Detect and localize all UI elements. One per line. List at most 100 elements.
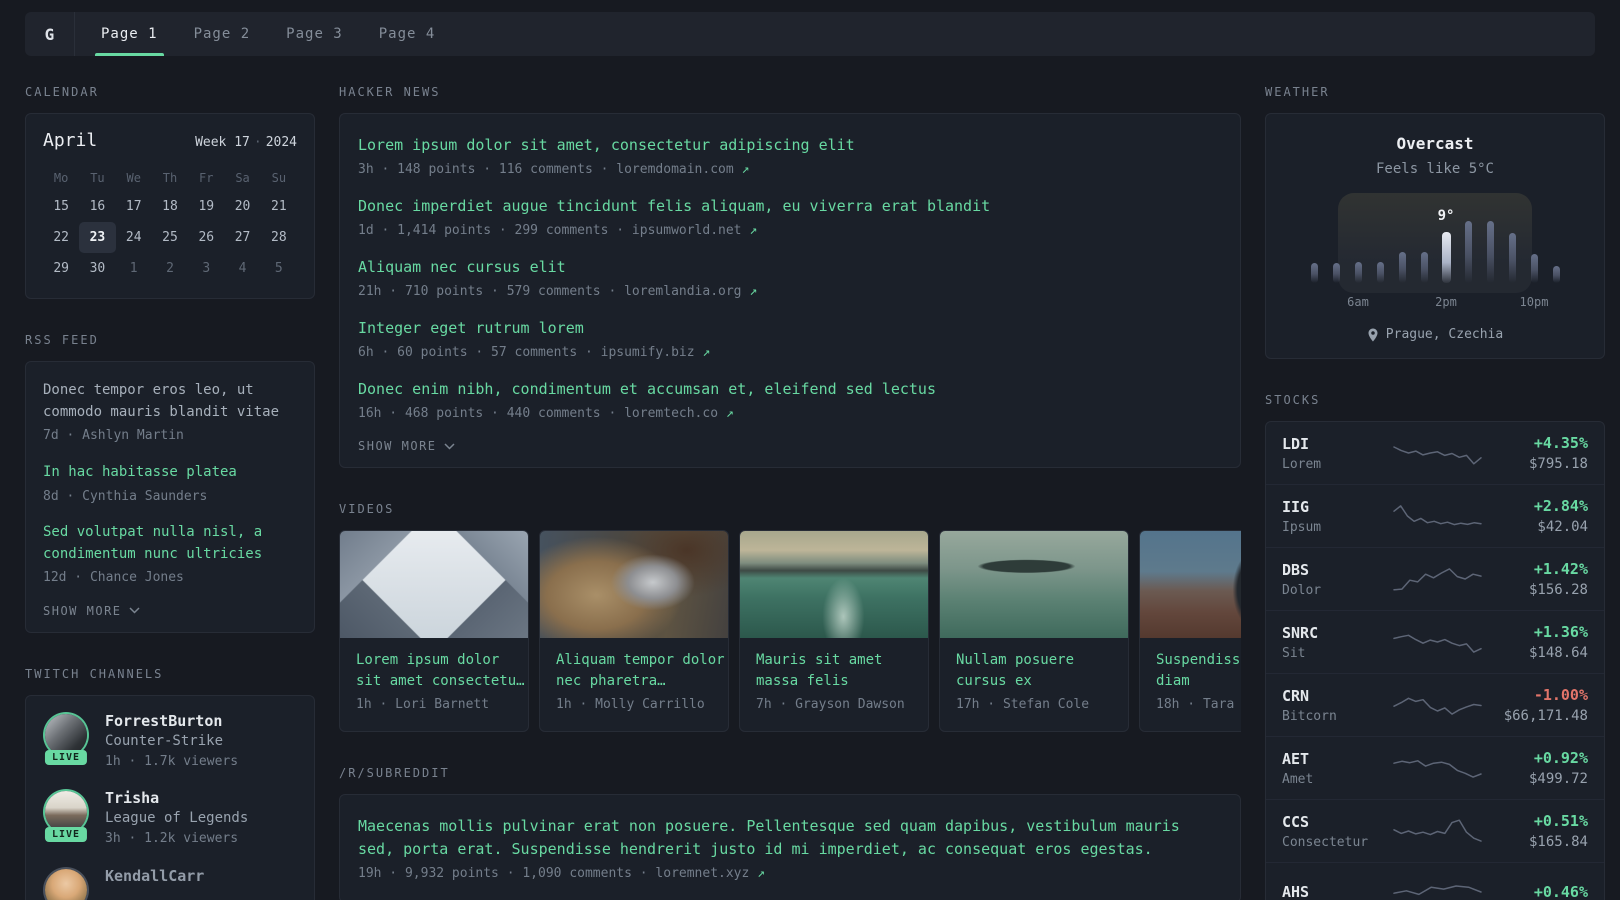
twitch-channel[interactable]: LIVE Trisha League of Legends 3h · 1.2k vie… xyxy=(43,789,297,849)
twitch-channel[interactable]: KendallCarr xyxy=(43,867,297,900)
video-thumbnail xyxy=(1140,531,1241,638)
tab-page-4[interactable]: Page 4 xyxy=(367,12,448,56)
calendar-day[interactable]: 23 xyxy=(79,222,116,253)
video-title[interactable]: Mauris sit amet massa felis xyxy=(756,650,912,692)
calendar-day[interactable]: 29 xyxy=(43,253,79,284)
calendar-day[interactable]: 26 xyxy=(188,222,224,253)
video-caption: Aliquam tempor dolor nec pharetra… 1h · Mo… xyxy=(540,638,728,731)
calendar-day[interactable]: 19 xyxy=(188,191,224,222)
stock-symbol: CCS xyxy=(1282,812,1310,831)
stock-row[interactable]: DBS Dolor +1.42% $156.28 xyxy=(1266,547,1604,610)
calendar-day[interactable]: 4 xyxy=(224,253,260,284)
stock-values: +0.46% xyxy=(1485,883,1588,900)
stock-row[interactable]: CRN Bitcorn -1.00% $66,171.48 xyxy=(1266,673,1604,736)
video-card[interactable]: Suspendisse diam 18h · Tara xyxy=(1139,530,1241,732)
stocks-card: LDI Lorem +4.35% $795.18 IIG Ipsum +2.84% $42.0… xyxy=(1265,421,1605,900)
calendar-day[interactable]: 15 xyxy=(43,191,79,222)
channel-name[interactable]: ForrestBurton xyxy=(105,712,238,730)
stock-symbol: LDI xyxy=(1282,434,1310,453)
twitch-channel[interactable]: LIVE ForrestBurton Counter-Strike 1h · 1.7k… xyxy=(43,712,297,772)
weather-time-label: 10pm xyxy=(1519,295,1549,309)
calendar-day[interactable]: 27 xyxy=(224,222,260,253)
calendar-day[interactable]: 17 xyxy=(116,191,152,222)
stock-info: AHS xyxy=(1282,883,1390,900)
stock-price: $66,171.48 xyxy=(1503,708,1588,724)
external-link-icon[interactable]: ↗ xyxy=(749,284,757,299)
calendar-day[interactable]: 30 xyxy=(79,253,115,284)
external-link-icon[interactable]: ↗ xyxy=(702,345,710,360)
video-card[interactable]: Nullam posuere cursus ex 17h · Stefan Cole xyxy=(939,530,1129,732)
video-title[interactable]: Aliquam tempor dolor nec pharetra… xyxy=(556,650,725,692)
subreddit-post-title[interactable]: Maecenas mollis pulvinar erat non posuer… xyxy=(358,815,1222,862)
calendar-day[interactable]: 3 xyxy=(188,253,224,284)
rss-item-title[interactable]: Donec tempor eros leo, ut commodo mauris… xyxy=(43,380,297,423)
video-title[interactable]: Nullam posuere cursus ex xyxy=(956,650,1112,692)
rss-section: RSS FEED Donec tempor eros leo, ut commo… xyxy=(25,333,315,633)
video-title[interactable]: Suspendisse diam xyxy=(1156,650,1241,692)
hackernews-item-title[interactable]: Integer eget rutrum lorem xyxy=(358,317,1222,340)
calendar-day[interactable]: 5 xyxy=(261,253,297,284)
external-link-icon[interactable]: ↗ xyxy=(726,406,734,421)
calendar-day[interactable]: 20 xyxy=(224,191,260,222)
tab-page-3[interactable]: Page 3 xyxy=(274,12,355,56)
rss-item-title[interactable]: Sed volutpat nulla nisl, a condimentum n… xyxy=(43,522,297,565)
calendar-day[interactable]: 1 xyxy=(116,253,152,284)
calendar-day[interactable]: 28 xyxy=(261,222,297,253)
stock-change: +4.35% xyxy=(1533,434,1588,452)
rss-show-more-button[interactable]: SHOW MORE xyxy=(43,604,297,618)
calendar-week-year: Week 17 · 2024 xyxy=(195,135,297,150)
hackernews-item-meta: 6h · 60 points · 57 comments · ipsumify.… xyxy=(358,344,711,360)
external-link-icon[interactable]: ↗ xyxy=(749,223,757,238)
calendar-year: 2024 xyxy=(265,135,297,150)
hackernews-item-meta: 3h · 148 points · 116 comments · loremdo… xyxy=(358,161,750,177)
video-title[interactable]: Lorem ipsum dolor sit amet consectetu… xyxy=(356,650,525,692)
channel-name[interactable]: Trisha xyxy=(105,789,248,807)
calendar-day[interactable]: 24 xyxy=(116,222,152,253)
stock-info: SNRC Sit xyxy=(1282,624,1390,661)
hackernews-show-more-button[interactable]: SHOW MORE xyxy=(358,439,1222,453)
calendar-day-header: Su xyxy=(271,171,287,185)
stock-symbol: AET xyxy=(1282,749,1310,768)
hackernews-item-meta: 21h · 710 points · 579 comments · loreml… xyxy=(358,283,758,299)
external-link-icon[interactable]: ↗ xyxy=(757,866,765,881)
hackernews-item-title[interactable]: Donec enim nibh, condimentum et accumsan… xyxy=(358,378,1222,401)
stock-row[interactable]: SNRC Sit +1.36% $148.64 xyxy=(1266,610,1604,673)
video-meta: 7h · Grayson Dawson xyxy=(756,697,905,712)
stock-row[interactable]: LDI Lorem +4.35% $795.18 xyxy=(1266,422,1604,484)
tab-page-1[interactable]: Page 1 xyxy=(89,12,170,56)
calendar-day[interactable]: 25 xyxy=(152,222,188,253)
calendar-day[interactable]: 18 xyxy=(152,191,188,222)
hackernews-item-meta: 1d · 1,414 points · 299 comments · ipsum… xyxy=(358,222,758,238)
weather-bar xyxy=(1420,252,1428,283)
calendar-day[interactable]: 2 xyxy=(152,253,188,284)
hackernews-item-title[interactable]: Aliquam nec cursus elit xyxy=(358,256,1222,279)
calendar-day[interactable]: 21 xyxy=(261,191,297,222)
stock-values: +1.42% $156.28 xyxy=(1485,560,1588,598)
weather-section: WEATHER Overcast Feels like 5°C 9° 6am 2p… xyxy=(1265,85,1605,359)
external-link-icon[interactable]: ↗ xyxy=(742,162,750,177)
tab-page-2[interactable]: Page 2 xyxy=(182,12,263,56)
rss-item-title[interactable]: In hac habitasse platea xyxy=(43,462,297,484)
hackernews-item: Aliquam nec cursus elit 21h · 710 points … xyxy=(358,256,1222,301)
video-card[interactable]: Lorem ipsum dolor sit amet consectetu… 1h … xyxy=(339,530,529,732)
calendar-day[interactable]: 22 xyxy=(43,222,79,253)
nav-tabs: Page 1 Page 2 Page 3 Page 4 xyxy=(75,12,453,56)
stock-row[interactable]: IIG Ipsum +2.84% $42.04 xyxy=(1266,484,1604,547)
stock-sparkline xyxy=(1390,814,1485,848)
channel-name[interactable]: KendallCarr xyxy=(105,867,204,885)
stock-row[interactable]: CCS Consectetur +0.51% $165.84 xyxy=(1266,799,1604,862)
video-title-line: massa felis xyxy=(756,673,849,689)
stocks-section: STOCKS LDI Lorem +4.35% $795.18 IIG Ipsum +2.8… xyxy=(1265,393,1605,900)
app-logo[interactable]: G xyxy=(25,12,75,56)
hackernews-item-title[interactable]: Donec imperdiet augue tincidunt felis al… xyxy=(358,195,1222,218)
stock-row[interactable]: AET Amet +0.92% $499.72 xyxy=(1266,736,1604,799)
stock-row[interactable]: AHS +0.46% xyxy=(1266,862,1604,900)
video-card[interactable]: Aliquam tempor dolor nec pharetra… 1h · Mo… xyxy=(539,530,729,732)
stock-values: +1.36% $148.64 xyxy=(1485,623,1588,661)
hackernews-item-title[interactable]: Lorem ipsum dolor sit amet, consectetur … xyxy=(358,134,1222,157)
weather-time-label: 2pm xyxy=(1435,295,1457,309)
calendar-day[interactable]: 16 xyxy=(79,191,115,222)
channel-meta: 3h · 1.2k viewers xyxy=(105,831,239,847)
video-card[interactable]: Mauris sit amet massa felis 7h · Grayson D… xyxy=(739,530,929,732)
stock-info: AET Amet xyxy=(1282,750,1390,787)
